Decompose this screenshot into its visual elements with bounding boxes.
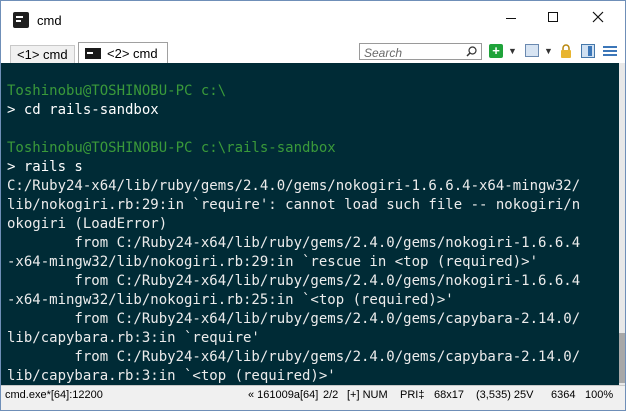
- console-line: -x64-mingw32/lib/nokogiri.rb:25:in `<top…: [7, 292, 454, 308]
- new-console-icon[interactable]: +: [489, 44, 503, 58]
- window-icon[interactable]: [525, 44, 539, 57]
- console-line: okogiri (LoadError): [7, 216, 168, 232]
- scrollbar-thumb[interactable]: [619, 333, 625, 383]
- console-line: Toshinobu@TOSHINOBU-PC c:\: [7, 83, 227, 99]
- tab-console-1[interactable]: <1> cmd: [10, 45, 75, 63]
- status-pid[interactable]: 6364: [551, 389, 575, 401]
- maximize-button[interactable]: [531, 1, 575, 33]
- console-line: Toshinobu@TOSHINOBU-PC c:\rails-sandbox: [7, 140, 336, 156]
- console-tab-icon: [85, 47, 101, 59]
- menu-icon[interactable]: [603, 44, 617, 58]
- lock-icon[interactable]: [560, 44, 572, 58]
- tab-label: <1> cmd: [17, 47, 68, 62]
- split-panel-icon[interactable]: [581, 44, 595, 58]
- minimize-button[interactable]: [489, 1, 533, 33]
- status-hwnd[interactable]: « 161009a[64]: [248, 389, 318, 401]
- search-input[interactable]: [360, 45, 460, 61]
- console-output[interactable]: Toshinobu@TOSHINOBU-PC c:\ > cd rails-san…: [1, 63, 625, 385]
- console-line: from C:/Ruby24-x64/lib/ruby/gems/2.4.0/g…: [7, 349, 581, 365]
- new-console-dropdown-icon[interactable]: ▼: [508, 44, 518, 59]
- status-priority[interactable]: PRI‡: [400, 389, 424, 401]
- close-button[interactable]: [576, 1, 620, 33]
- status-zoom[interactable]: 100%: [585, 389, 613, 401]
- console-line: lib/capybara.rb:3:in `require': [7, 330, 260, 346]
- window-dropdown-icon[interactable]: ▼: [544, 44, 554, 59]
- console-line: from C:/Ruby24-x64/lib/ruby/gems/2.4.0/g…: [7, 273, 581, 289]
- status-console-size[interactable]: 68x17: [434, 389, 464, 401]
- console-line: C:/Ruby24-x64/lib/ruby/gems/2.4.0/gems/n…: [7, 178, 581, 194]
- console-line: lib/nokogiri.rb:29:in `require': cannot …: [7, 197, 581, 213]
- status-tab-index[interactable]: 2/2: [323, 389, 338, 401]
- console-line: -x64-mingw32/lib/nokogiri.rb:29:in `resc…: [7, 254, 539, 270]
- console-app-icon: [13, 12, 29, 28]
- console-line: > rails s: [7, 159, 83, 175]
- console-line: from C:/Ruby24-x64/lib/ruby/gems/2.4.0/g…: [7, 311, 581, 327]
- status-bar: cmd.exe*[64]:12200 « 161009a[64] 2/2 [+]…: [1, 385, 625, 410]
- console-line: lib/capybara.rb:3:in `<top (required)>': [7, 368, 336, 384]
- tab-console-2[interactable]: <2> cmd: [78, 42, 168, 63]
- window-title: cmd: [37, 13, 62, 28]
- status-insert-num[interactable]: [+] NUM: [347, 389, 388, 401]
- console-line: from C:/Ruby24-x64/lib/ruby/gems/2.4.0/g…: [7, 235, 581, 251]
- console-scrollbar[interactable]: [619, 63, 625, 385]
- title-bar[interactable]: cmd: [1, 1, 625, 41]
- tab-label: <2> cmd: [107, 45, 158, 61]
- maximize-icon: [548, 12, 558, 22]
- console-window: cmd <1> cmd <2> cmd + ▼ ▼: [0, 0, 626, 411]
- search-icon[interactable]: [466, 46, 477, 57]
- console-line: > cd rails-sandbox: [7, 102, 159, 118]
- status-process: cmd.exe*[64]:12200: [5, 389, 103, 401]
- minimize-icon: [506, 17, 516, 19]
- search-box[interactable]: [359, 43, 482, 61]
- close-icon: [592, 11, 604, 23]
- tab-toolbar: <1> cmd <2> cmd + ▼ ▼: [1, 39, 625, 63]
- status-cursor-position[interactable]: (3,535) 25V: [476, 389, 533, 401]
